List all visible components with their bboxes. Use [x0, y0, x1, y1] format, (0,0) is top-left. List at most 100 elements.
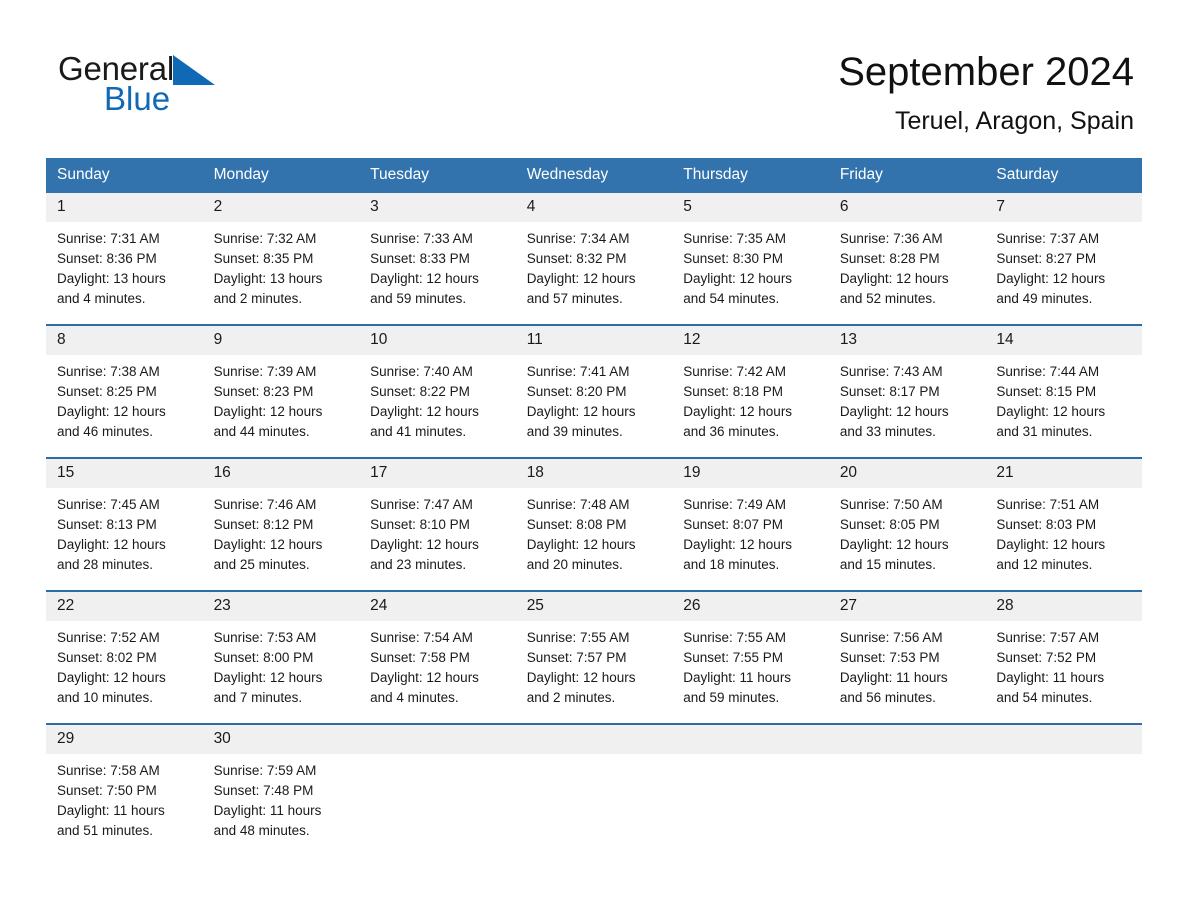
calendar-day-cell[interactable]: 14 Sunrise: 7:44 AM Sunset: 8:15 PM Dayligh… — [985, 324, 1142, 458]
calendar-day-cell[interactable]: 19 Sunrise: 7:49 AM Sunset: 8:07 PM Dayligh… — [672, 457, 829, 591]
sunset-text: Sunset: 8:02 PM — [57, 650, 157, 665]
day-details: Sunrise: 7:56 AM Sunset: 7:53 PM Daylight:… — [829, 621, 986, 718]
daylight-text-line1: Daylight: 12 hours — [683, 271, 793, 286]
calendar-day-cell[interactable]: 15 Sunrise: 7:45 AM Sunset: 8:13 PM Dayligh… — [46, 457, 203, 591]
day-cell-content: 20 Sunrise: 7:50 AM Sunset: 8:05 PM Dayligh… — [828, 459, 986, 590]
daylight-text-line2: and 39 minutes. — [526, 424, 623, 439]
daylight-text-line1: Daylight: 12 hours — [213, 537, 323, 552]
daylight-text-line1: Daylight: 12 hours — [996, 271, 1106, 286]
day-number: 1 — [46, 193, 203, 222]
day-cell-content: 30 Sunrise: 7:59 AM Sunset: 7:48 PM Dayligh… — [202, 725, 360, 856]
calendar-day-cell[interactable]: 18 Sunrise: 7:48 AM Sunset: 8:08 PM Dayligh… — [515, 457, 673, 591]
day-number: 5 — [672, 193, 829, 222]
day-number: 17 — [359, 459, 516, 488]
calendar-day-cell[interactable]: 28 Sunrise: 7:57 AM Sunset: 7:52 PM Dayligh… — [985, 590, 1142, 724]
calendar-day-cell[interactable]: 4 Sunrise: 7:34 AM Sunset: 8:32 PM Daylight… — [515, 193, 673, 325]
daylight-text-line1: Daylight: 12 hours — [213, 404, 323, 419]
calendar-page: General Blue September 2024 Teruel, Arag… — [0, 0, 1188, 918]
sunset-text: Sunset: 7:48 PM — [213, 783, 314, 798]
day-details: Sunrise: 7:44 AM Sunset: 8:15 PM Daylight:… — [985, 355, 1142, 452]
calendar-day-cell[interactable]: 2 Sunrise: 7:32 AM Sunset: 8:35 PM Daylight… — [202, 193, 360, 325]
day-number: 16 — [202, 459, 360, 488]
day-details: Sunrise: 7:36 AM Sunset: 8:28 PM Daylight:… — [829, 222, 986, 319]
calendar-day-cell[interactable]: 5 Sunrise: 7:35 AM Sunset: 8:30 PM Daylight… — [672, 193, 829, 325]
sunrise-text: Sunrise: 7:41 AM — [526, 364, 630, 379]
calendar-day-cell[interactable]: 25 Sunrise: 7:55 AM Sunset: 7:57 PM Dayligh… — [515, 590, 673, 724]
daylight-text-line1: Daylight: 12 hours — [57, 404, 166, 419]
day-cell-content: 21 Sunrise: 7:51 AM Sunset: 8:03 PM Dayligh… — [985, 459, 1142, 590]
day-number: 27 — [828, 592, 986, 621]
calendar-day-cell[interactable]: 10 Sunrise: 7:40 AM Sunset: 8:22 PM Dayligh… — [359, 324, 516, 458]
day-cell-content: 5 Sunrise: 7:35 AM Sunset: 8:30 PM Daylight… — [672, 193, 829, 324]
calendar-day-cell[interactable]: 26 Sunrise: 7:55 AM Sunset: 7:55 PM Dayligh… — [672, 590, 829, 724]
daylight-text-line1: Daylight: 12 hours — [683, 537, 793, 552]
daylight-text-line1: Daylight: 12 hours — [839, 537, 949, 552]
calendar-day-cell[interactable]: 30 Sunrise: 7:59 AM Sunset: 7:48 PM Dayligh… — [202, 723, 360, 856]
day-cell-content: 13 Sunrise: 7:43 AM Sunset: 8:17 PM Dayligh… — [828, 326, 986, 457]
day-number: 23 — [202, 592, 360, 621]
calendar-day-cell[interactable]: 23 Sunrise: 7:53 AM Sunset: 8:00 PM Dayligh… — [202, 590, 360, 724]
day-details: Sunrise: 7:54 AM Sunset: 7:58 PM Daylight:… — [359, 621, 516, 718]
calendar-day-cell[interactable]: 24 Sunrise: 7:54 AM Sunset: 7:58 PM Dayligh… — [359, 590, 516, 724]
sunset-text: Sunset: 8:08 PM — [526, 517, 627, 532]
daylight-text-line2: and 10 minutes. — [57, 690, 154, 705]
sunrise-text: Sunrise: 7:46 AM — [213, 497, 317, 512]
calendar-day-cell[interactable]: 29 Sunrise: 7:58 AM Sunset: 7:50 PM Dayligh… — [46, 723, 203, 856]
calendar-day-cell[interactable]: 17 Sunrise: 7:47 AM Sunset: 8:10 PM Dayligh… — [359, 457, 516, 591]
daylight-text-line1: Daylight: 12 hours — [370, 670, 479, 685]
day-details: Sunrise: 7:34 AM Sunset: 8:32 PM Daylight:… — [516, 222, 673, 319]
sunset-text: Sunset: 7:58 PM — [370, 650, 470, 665]
daylight-text-line2: and 20 minutes. — [526, 557, 623, 572]
calendar-day-cell[interactable]: 13 Sunrise: 7:43 AM Sunset: 8:17 PM Dayligh… — [828, 324, 986, 458]
sunrise-text: Sunrise: 7:57 AM — [996, 630, 1100, 645]
daylight-text-line2: and 4 minutes. — [57, 291, 146, 306]
sunset-text: Sunset: 8:36 PM — [57, 251, 157, 266]
calendar-week-row: 8 Sunrise: 7:38 AM Sunset: 8:25 PM Daylight… — [46, 324, 1142, 458]
day-details: Sunrise: 7:57 AM Sunset: 7:52 PM Daylight:… — [985, 621, 1142, 718]
day-number — [359, 725, 516, 754]
calendar-day-cell — [985, 723, 1142, 856]
calendar-day-cell[interactable]: 20 Sunrise: 7:50 AM Sunset: 8:05 PM Dayligh… — [828, 457, 986, 591]
calendar-day-cell[interactable]: 7 Sunrise: 7:37 AM Sunset: 8:27 PM Daylight… — [985, 193, 1142, 325]
day-details: Sunrise: 7:55 AM Sunset: 7:55 PM Daylight:… — [672, 621, 829, 718]
day-details: Sunrise: 7:37 AM Sunset: 8:27 PM Daylight:… — [985, 222, 1142, 319]
page-title: September 2024 — [838, 50, 1134, 94]
calendar-day-cell[interactable]: 27 Sunrise: 7:56 AM Sunset: 7:53 PM Dayligh… — [828, 590, 986, 724]
sunrise-text: Sunrise: 7:53 AM — [213, 630, 317, 645]
calendar-day-cell[interactable]: 12 Sunrise: 7:42 AM Sunset: 8:18 PM Dayligh… — [672, 324, 829, 458]
calendar-day-cell[interactable]: 16 Sunrise: 7:46 AM Sunset: 8:12 PM Dayligh… — [202, 457, 360, 591]
daylight-text-line2: and 59 minutes. — [370, 291, 467, 306]
calendar-day-cell[interactable]: 21 Sunrise: 7:51 AM Sunset: 8:03 PM Dayligh… — [985, 457, 1142, 591]
generalblue-logo[interactable]: General Blue — [58, 52, 358, 132]
daylight-text-line2: and 44 minutes. — [213, 424, 310, 439]
calendar-day-cell[interactable]: 3 Sunrise: 7:33 AM Sunset: 8:33 PM Daylight… — [359, 193, 516, 325]
daylight-text-line1: Daylight: 11 hours — [683, 670, 792, 685]
daylight-text-line2: and 2 minutes. — [213, 291, 303, 306]
calendar-day-cell[interactable]: 9 Sunrise: 7:39 AM Sunset: 8:23 PM Daylight… — [202, 324, 360, 458]
daylight-text-line1: Daylight: 11 hours — [839, 670, 948, 685]
day-details: Sunrise: 7:42 AM Sunset: 8:18 PM Daylight:… — [672, 355, 829, 452]
day-cell-content: 7 Sunrise: 7:37 AM Sunset: 8:27 PM Daylight… — [985, 193, 1142, 324]
calendar-day-cell[interactable]: 22 Sunrise: 7:52 AM Sunset: 8:02 PM Dayligh… — [46, 590, 203, 724]
day-number: 28 — [985, 592, 1142, 621]
daylight-text-line1: Daylight: 12 hours — [526, 271, 636, 286]
sunrise-text: Sunrise: 7:56 AM — [839, 630, 943, 645]
daylight-text-line2: and 46 minutes. — [57, 424, 154, 439]
calendar-day-cell[interactable]: 6 Sunrise: 7:36 AM Sunset: 8:28 PM Daylight… — [828, 193, 986, 325]
calendar-grid: Sunday Monday Tuesday Wednesday Thursday… — [46, 158, 1142, 856]
daylight-text-line2: and 41 minutes. — [370, 424, 467, 439]
day-details: Sunrise: 7:46 AM Sunset: 8:12 PM Daylight:… — [203, 488, 360, 585]
day-details: Sunrise: 7:52 AM Sunset: 8:02 PM Daylight:… — [46, 621, 203, 718]
sunset-text: Sunset: 8:10 PM — [370, 517, 470, 532]
day-cell-content — [672, 725, 829, 856]
calendar-day-cell[interactable]: 1 Sunrise: 7:31 AM Sunset: 8:36 PM Daylight… — [46, 193, 203, 325]
calendar-day-cell[interactable]: 11 Sunrise: 7:41 AM Sunset: 8:20 PM Dayligh… — [515, 324, 673, 458]
sunrise-text: Sunrise: 7:34 AM — [526, 231, 630, 246]
day-details: Sunrise: 7:45 AM Sunset: 8:13 PM Daylight:… — [46, 488, 203, 585]
calendar-day-cell[interactable]: 8 Sunrise: 7:38 AM Sunset: 8:25 PM Daylight… — [46, 324, 203, 458]
day-cell-content: 3 Sunrise: 7:33 AM Sunset: 8:33 PM Daylight… — [359, 193, 516, 324]
weekday-header-tuesday: Tuesday — [359, 158, 516, 193]
day-cell-content: 23 Sunrise: 7:53 AM Sunset: 8:00 PM Dayligh… — [202, 592, 360, 723]
daylight-text-line2: and 12 minutes. — [996, 557, 1093, 572]
day-cell-content — [515, 725, 673, 856]
